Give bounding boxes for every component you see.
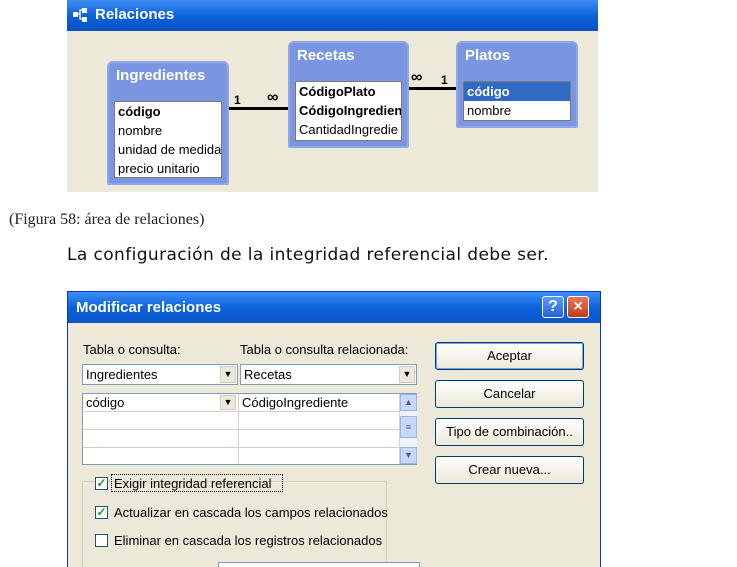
referential-integrity-group — [82, 481, 387, 567]
grid-cell-field[interactable]: código ▼ — [83, 394, 238, 412]
help-button[interactable]: ? — [542, 296, 564, 318]
table-ingredientes-fields: código nombre unidad de medida precio un… — [114, 101, 222, 178]
table-ingredientes-title: Ingredientes — [116, 67, 206, 84]
field-codigo[interactable]: código — [118, 102, 221, 121]
cascade-delete-label[interactable]: Eliminar en cascada los registros relaci… — [114, 533, 382, 548]
related-table-select-value: Recetas — [244, 367, 292, 382]
table-platos[interactable]: Platos código nombre — [456, 41, 578, 128]
field-precio-unitario[interactable]: precio unitario — [118, 159, 221, 177]
relation-label-one: 1 — [441, 73, 448, 87]
relationships-window: Relaciones Ingredientes código nombre un… — [67, 0, 598, 192]
relation-label-one: 1 — [234, 93, 241, 107]
body-text: La configuración de la integridad refere… — [67, 245, 549, 265]
join-type-button[interactable]: Tipo de combinación.. — [435, 418, 584, 446]
table-recetas-fields: CódigoPlato CódigoIngredient CantidadIng… — [295, 81, 402, 141]
table-recetas-title: Recetas — [297, 47, 355, 64]
relationships-titlebar: Relaciones — [67, 0, 598, 31]
accept-button[interactable]: Aceptar — [435, 342, 584, 370]
cascade-delete-checkbox[interactable] — [95, 534, 108, 547]
field-codigo-ingrediente[interactable]: CódigoIngredient — [299, 101, 401, 120]
table-select-value: Ingredientes — [86, 367, 158, 382]
scroll-thumb[interactable]: ≡ — [400, 416, 417, 438]
enforce-integrity-label[interactable]: Exigir integridad referencial — [114, 476, 272, 491]
relation-line-ingredientes-recetas[interactable] — [229, 107, 288, 110]
relationships-title: Relaciones — [95, 6, 175, 23]
field-codigo-plato[interactable]: CódigoPlato — [299, 82, 401, 101]
edit-relationships-dialog: Modificar relaciones ? × Tabla o consult… — [67, 291, 601, 567]
grid-cell-field[interactable] — [83, 448, 238, 466]
grid-cell-related-field[interactable]: CódigoIngrediente — [239, 394, 399, 412]
relation-label-many: ∞ — [267, 89, 279, 106]
relation-line-recetas-platos[interactable] — [409, 87, 456, 90]
grid-cell-related-field[interactable] — [239, 448, 399, 466]
relationships-icon — [73, 8, 87, 22]
relation-label-many: ∞ — [411, 69, 423, 86]
dropdown-arrow-icon[interactable]: ▼ — [220, 395, 236, 410]
grid-cell-field[interactable] — [83, 412, 238, 430]
table-label: Tabla o consulta: — [83, 342, 181, 357]
table-platos-title: Platos — [465, 47, 511, 64]
field-codigo-selected[interactable]: código — [464, 82, 570, 101]
table-platos-fields: código nombre — [463, 81, 571, 121]
grid-cell-related-field[interactable] — [239, 412, 399, 430]
fields-grid[interactable]: código ▼ CódigoIngrediente ▲ ≡ ▼ — [82, 393, 417, 465]
cancel-button[interactable]: Cancelar — [435, 380, 584, 408]
create-new-button[interactable]: Crear nueva... — [435, 456, 584, 484]
figure-caption: (Figura 58: área de relaciones) — [9, 211, 205, 228]
grid-scrollbar[interactable]: ▲ ≡ ▼ — [399, 394, 417, 464]
grid-cell-field[interactable] — [83, 430, 238, 448]
relationships-canvas: Ingredientes código nombre unidad de med… — [67, 31, 598, 192]
field-cantidad-ingrediente[interactable]: CantidadIngredie — [299, 120, 401, 139]
related-table-select[interactable]: Recetas ▼ — [240, 364, 417, 385]
cascade-update-checkbox[interactable]: ✓ — [95, 506, 108, 519]
related-table-label: Tabla o consulta relacionada: — [240, 342, 409, 357]
table-select[interactable]: Ingredientes ▼ — [82, 364, 238, 385]
checkmark-icon: ✓ — [96, 505, 107, 519]
dialog-titlebar: Modificar relaciones ? × — [68, 292, 600, 323]
grid-cell-related-field[interactable] — [239, 430, 399, 448]
dialog-title: Modificar relaciones — [76, 299, 222, 316]
table-recetas[interactable]: Recetas CódigoPlato CódigoIngredient Can… — [288, 41, 409, 148]
field-nombre[interactable]: nombre — [118, 121, 221, 140]
scroll-up-icon[interactable]: ▲ — [400, 394, 417, 411]
dropdown-arrow-icon[interactable]: ▼ — [399, 366, 415, 383]
close-button[interactable]: × — [567, 296, 589, 318]
cascade-update-label[interactable]: Actualizar en cascada los campos relacio… — [114, 505, 388, 520]
enforce-integrity-checkbox[interactable]: ✓ — [95, 477, 108, 490]
dropdown-arrow-icon[interactable]: ▼ — [220, 366, 236, 383]
table-ingredientes[interactable]: Ingredientes código nombre unidad de med… — [107, 61, 229, 185]
scroll-down-icon[interactable]: ▼ — [400, 447, 417, 464]
checkmark-icon: ✓ — [96, 476, 107, 490]
field-nombre[interactable]: nombre — [467, 101, 570, 120]
relationship-type-field — [218, 562, 420, 567]
field-unidad-de-medida[interactable]: unidad de medida — [118, 140, 221, 159]
